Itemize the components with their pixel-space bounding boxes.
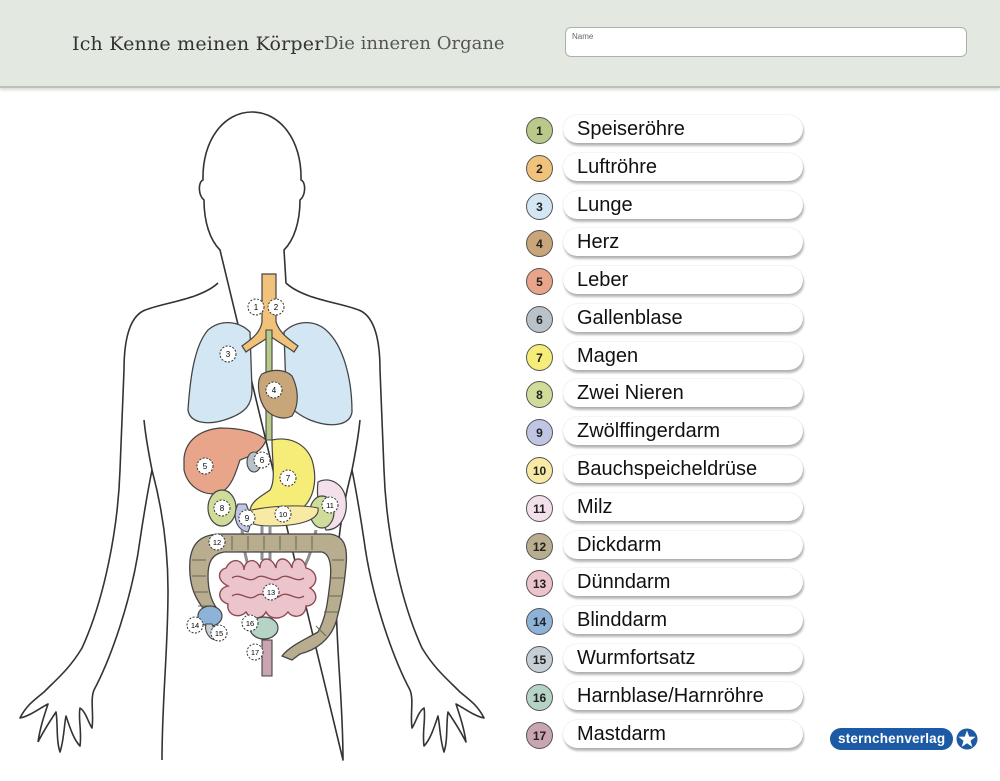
legend-label: Wurmfortsatz	[563, 644, 803, 672]
svg-text:4: 4	[272, 386, 277, 395]
organ-marker-4: 4	[265, 381, 283, 399]
legend-label: Herz	[563, 228, 803, 256]
organ-marker-16: 16	[241, 614, 259, 632]
rectum-shape	[261, 639, 273, 677]
legend-number: 15	[526, 646, 553, 673]
legend-item: 8 Zwei Nieren	[526, 379, 806, 411]
legend-label: Mastdarm	[563, 720, 803, 748]
legend-number: 3	[526, 193, 553, 220]
svg-text:1: 1	[254, 303, 259, 312]
organ-marker-17: 17	[246, 643, 264, 661]
legend-number: 14	[526, 608, 553, 635]
svg-text:2: 2	[274, 303, 279, 312]
legend-label: Lunge	[563, 191, 803, 219]
organ-marker-8: 8	[213, 499, 231, 517]
legend-number: 6	[526, 306, 553, 333]
organ-marker-12: 12	[208, 533, 226, 551]
legend-label: Dünndarm	[563, 568, 803, 596]
svg-text:16: 16	[246, 619, 254, 628]
legend-item: 6 Gallenblase	[526, 304, 806, 336]
organ-marker-9: 9	[238, 509, 256, 527]
svg-text:7: 7	[286, 474, 291, 483]
page-title: Ich Kenne meinen Körper	[72, 33, 324, 55]
svg-text:11: 11	[326, 501, 334, 510]
legend-number: 7	[526, 344, 553, 371]
legend-item: 5 Leber	[526, 266, 806, 298]
organ-marker-6: 6	[253, 451, 271, 469]
svg-text:5: 5	[203, 462, 208, 471]
legend-item: 4 Herz	[526, 228, 806, 260]
legend-label: Leber	[563, 266, 803, 294]
legend-item: 2 Luftröhre	[526, 153, 806, 185]
organ-marker-1: 1	[247, 298, 265, 316]
header-bar: Ich Kenne meinen Körper Die inneren Orga…	[0, 0, 1000, 88]
publisher-logo: sternchenverlag	[830, 727, 978, 751]
legend-item: 9 Zwölffingerdarm	[526, 417, 806, 449]
legend-number: 13	[526, 570, 553, 597]
legend-item: 7 Magen	[526, 342, 806, 374]
legend-label: Bauchspeicheldrüse	[563, 455, 803, 483]
legend-number: 12	[526, 533, 553, 560]
legend-item: 3 Lunge	[526, 191, 806, 223]
legend-item: 14 Blinddarm	[526, 606, 806, 638]
legend-item: 12 Dickdarm	[526, 531, 806, 563]
legend-number: 2	[526, 155, 553, 182]
organ-marker-14: 14	[186, 616, 204, 634]
name-field[interactable]: Name	[565, 27, 967, 57]
legend-label: Milz	[563, 493, 803, 521]
organ-marker-11: 11	[321, 496, 339, 514]
legend-item: 1 Speiseröhre	[526, 115, 806, 147]
legend-label: Blinddarm	[563, 606, 803, 634]
legend-label: Magen	[563, 342, 803, 370]
svg-text:6: 6	[260, 456, 265, 465]
legend-number: 1	[526, 117, 553, 144]
organ-marker-13: 13	[262, 583, 280, 601]
legend-label: Speiseröhre	[563, 115, 803, 143]
svg-text:10: 10	[279, 510, 287, 519]
legend-number: 16	[526, 684, 553, 711]
svg-text:9: 9	[245, 514, 250, 523]
svg-text:8: 8	[220, 504, 225, 513]
legend-item: 11 Milz	[526, 493, 806, 525]
legend-label: Gallenblase	[563, 304, 803, 332]
svg-text:13: 13	[267, 588, 275, 597]
legend-number: 11	[526, 495, 553, 522]
svg-text:15: 15	[215, 629, 223, 638]
legend-number: 5	[526, 268, 553, 295]
svg-text:17: 17	[251, 648, 259, 657]
organ-marker-2: 2	[267, 298, 285, 316]
body-figure: 1 2 3 4 5 6 7 8 9 10 11 12 13 14 15 16 1…	[19, 111, 485, 761]
legend-item: 15 Wurmfortsatz	[526, 644, 806, 676]
logo-text: sternchenverlag	[830, 728, 954, 750]
svg-text:14: 14	[191, 621, 199, 630]
legend-label: Dickdarm	[563, 531, 803, 559]
organ-marker-3: 3	[219, 345, 237, 363]
legend-item: 10 Bauchspeicheldrüse	[526, 455, 806, 487]
legend-label: Zwei Nieren	[563, 379, 803, 407]
legend-number: 10	[526, 457, 553, 484]
name-label: Name	[572, 32, 594, 41]
legend-number: 8	[526, 381, 553, 408]
legend-item: 13 Dünndarm	[526, 568, 806, 600]
name-input[interactable]	[570, 41, 964, 57]
legend-item: 17 Mastdarm	[526, 720, 806, 752]
svg-text:3: 3	[226, 350, 231, 359]
legend-label: Luftröhre	[563, 153, 803, 181]
page-subtitle: Die inneren Organe	[324, 33, 505, 54]
legend-number: 4	[526, 230, 553, 257]
legend-label: Harnblase/Harnröhre	[563, 682, 803, 710]
organ-marker-15: 15	[210, 624, 228, 642]
lung-left-shape	[187, 322, 253, 424]
organ-marker-5: 5	[196, 457, 214, 475]
legend-item: 16 Harnblase/Harnröhre	[526, 682, 806, 714]
svg-text:12: 12	[213, 538, 221, 547]
legend-label: Zwölffingerdarm	[563, 417, 803, 445]
star-icon	[956, 728, 978, 750]
legend-number: 9	[526, 419, 553, 446]
organ-marker-7: 7	[279, 469, 297, 487]
legend-number: 17	[526, 722, 553, 749]
organ-marker-10: 10	[274, 505, 292, 523]
